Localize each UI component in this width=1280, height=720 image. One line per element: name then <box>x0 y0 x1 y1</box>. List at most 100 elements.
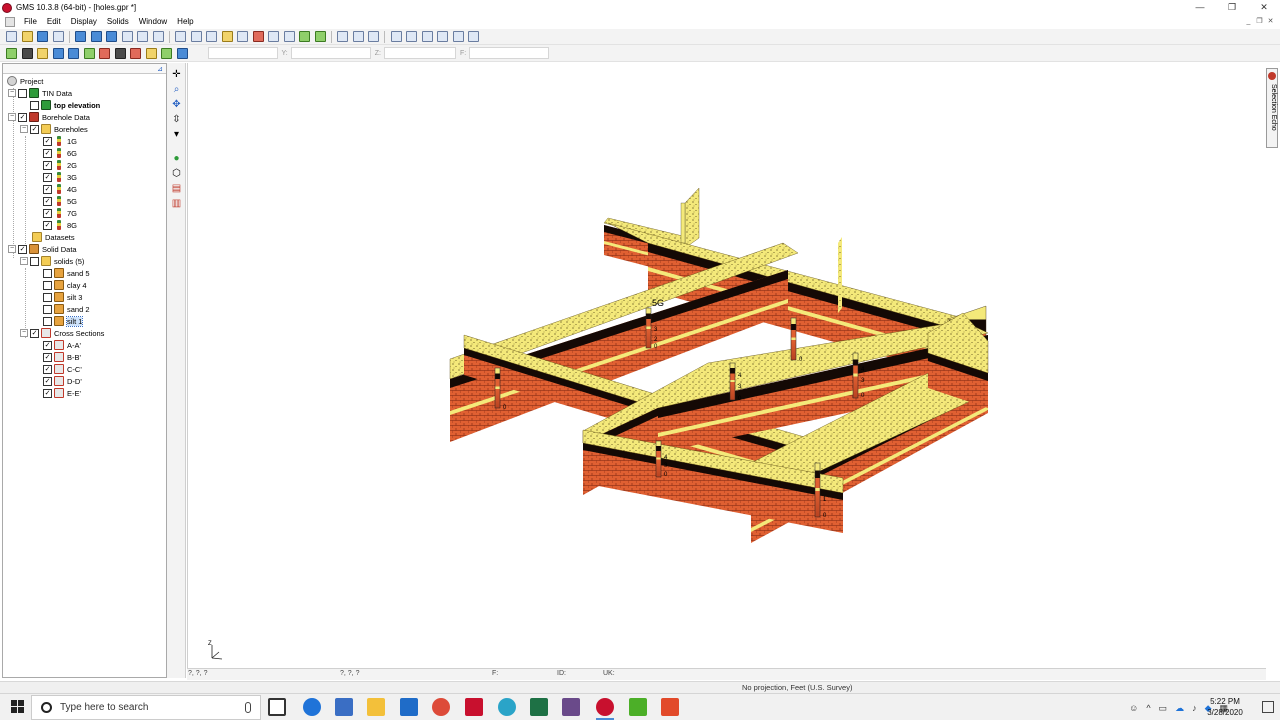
camtasia-icon[interactable] <box>629 698 647 716</box>
tree-item-borehole-data[interactable]: − ✓ Borehole Data <box>8 111 90 123</box>
file-explorer-icon[interactable] <box>367 698 385 716</box>
view-oblique-icon[interactable] <box>121 31 133 42</box>
annotation-module-icon[interactable] <box>145 47 157 59</box>
undo-icon[interactable] <box>337 31 348 42</box>
open-icon[interactable] <box>21 31 33 42</box>
menu-help[interactable]: Help <box>172 15 198 29</box>
visibility-checkbox[interactable]: ✓ <box>30 328 39 338</box>
outlook-icon[interactable] <box>400 698 418 716</box>
collapse-toggle[interactable]: − <box>20 125 28 133</box>
tree-item-solid[interactable]: clay 4 <box>43 279 87 291</box>
tree-item-borehole[interactable]: ✓ 6G <box>43 147 77 159</box>
acrobat-icon[interactable] <box>465 698 483 716</box>
scatter-module-icon[interactable] <box>68 47 79 59</box>
select-tin-tool-icon[interactable]: ● <box>171 153 182 164</box>
lighting-icon[interactable] <box>221 31 233 42</box>
gms-taskbar-icon[interactable] <box>596 698 614 720</box>
visibility-checkbox[interactable]: ✓ <box>43 208 52 218</box>
network-icon[interactable]: ▭ <box>1159 703 1168 714</box>
map-module-icon[interactable] <box>99 47 110 59</box>
visibility-checkbox[interactable] <box>30 256 39 266</box>
new-icon[interactable] <box>6 31 17 42</box>
tree-item-solid-data[interactable]: − ✓ Solid Data <box>8 243 77 255</box>
volume-icon[interactable]: ♪ <box>1192 703 1197 713</box>
tree-item-project[interactable]: Project <box>7 75 43 87</box>
view-front-icon[interactable] <box>90 31 102 42</box>
tree-item-borehole[interactable]: ✓ 7G <box>43 207 77 219</box>
borehole-post-1g[interactable] <box>680 187 700 249</box>
tree-item-borehole[interactable]: ✓ 3G <box>43 171 77 183</box>
app-circle-icon[interactable] <box>498 698 516 716</box>
tree-item-solid-selected[interactable]: silt 1 <box>43 315 84 327</box>
document-icon[interactable] <box>5 17 15 27</box>
tool-a-icon[interactable] <box>390 31 402 42</box>
visibility-checkbox[interactable]: ✓ <box>43 160 52 170</box>
excel-icon[interactable] <box>530 698 548 716</box>
visibility-checkbox[interactable]: ✓ <box>43 364 52 374</box>
edge-icon[interactable] <box>303 698 321 716</box>
view-plan-icon[interactable] <box>75 31 86 42</box>
store-icon[interactable] <box>335 698 353 716</box>
tray-chevron-icon[interactable]: ^ <box>1146 703 1150 713</box>
tree-item-cross-section[interactable]: ✓ C-C' <box>43 363 82 375</box>
visibility-checkbox[interactable] <box>43 304 52 314</box>
tin-module-icon[interactable] <box>52 47 64 59</box>
notifications-icon[interactable] <box>1262 701 1274 713</box>
chrome-icon[interactable] <box>432 698 450 716</box>
f-coord-field[interactable] <box>469 47 550 59</box>
z-coord-field[interactable] <box>383 47 456 59</box>
borehole-module-icon[interactable] <box>21 47 33 59</box>
view-side-icon[interactable] <box>106 31 117 42</box>
close-button[interactable]: ✕ <box>1248 0 1280 15</box>
doc-close-button[interactable]: ✕ <box>1265 15 1276 29</box>
collapse-toggle[interactable]: − <box>8 245 16 253</box>
cloud-icon[interactable]: ☁ <box>1175 703 1184 714</box>
tool-e-icon[interactable] <box>452 31 464 42</box>
visibility-checkbox[interactable] <box>18 88 27 98</box>
select-solid-tool-icon[interactable]: ⬡ <box>171 168 182 179</box>
graphics-window[interactable]: 5G 3 2 0 0 4 3 0 0 4 3 0 4 3 0 1 0 Z <box>187 63 1266 668</box>
collapse-toggle[interactable]: − <box>20 257 28 265</box>
cut-icon[interactable] <box>368 31 379 42</box>
minimize-button[interactable]: — <box>1184 0 1216 15</box>
tree-item-borehole[interactable]: ✓ 1G <box>43 135 77 147</box>
visibility-checkbox[interactable] <box>43 292 52 302</box>
contour-icon[interactable] <box>237 31 248 42</box>
visibility-checkbox[interactable]: ✓ <box>18 112 27 122</box>
tool-c-icon[interactable] <box>421 31 433 42</box>
tree-item-borehole[interactable]: ✓ 5G <box>43 195 77 207</box>
create-cross-section-tool-icon[interactable]: ▤ <box>171 183 182 194</box>
x-coord-field[interactable] <box>207 47 278 59</box>
geology-module-icon[interactable] <box>161 47 172 59</box>
annotate-tool-icon[interactable]: ▾ <box>171 129 182 140</box>
refresh-icon[interactable] <box>190 31 202 42</box>
tree-item-cross-section[interactable]: ✓ D-D' <box>43 375 82 387</box>
tree-item-borehole[interactable]: ✓ 4G <box>43 183 77 195</box>
pin-icon[interactable]: ⊿ <box>157 65 163 73</box>
menu-file[interactable]: File <box>19 15 42 29</box>
plot-icon[interactable] <box>252 31 264 42</box>
rotate-icon[interactable] <box>137 31 148 42</box>
menu-edit[interactable]: Edit <box>42 15 66 29</box>
tree-item-cross-section[interactable]: ✓ B-B' <box>43 351 81 363</box>
measure-tool-icon[interactable]: ⇳ <box>171 114 182 125</box>
tree-item-borehole[interactable]: ✓ 2G <box>43 159 77 171</box>
menu-solids[interactable]: Solids <box>102 15 134 29</box>
collapse-toggle[interactable]: − <box>20 329 28 337</box>
collapse-toggle[interactable]: − <box>8 89 16 97</box>
visibility-checkbox[interactable] <box>43 316 52 326</box>
tree-item-tin-data[interactable]: − TIN Data <box>8 87 72 99</box>
grid-module-icon[interactable] <box>83 47 95 59</box>
collapse-toggle[interactable]: − <box>8 113 16 121</box>
doc-restore-button[interactable]: ❐ <box>1254 15 1265 29</box>
display-options-icon[interactable] <box>175 31 186 42</box>
tree-item-top-elevation[interactable]: top elevation <box>30 99 100 111</box>
select-cross-section-tool-icon[interactable]: ▥ <box>171 198 182 209</box>
menu-window[interactable]: Window <box>134 15 172 29</box>
grid-icon[interactable] <box>283 31 295 42</box>
recorder-icon[interactable] <box>661 698 679 716</box>
y-coord-field[interactable] <box>290 47 371 59</box>
select-tool-icon[interactable]: ✛ <box>171 69 182 80</box>
tree-item-datasets[interactable]: Datasets <box>32 231 75 243</box>
app-grid-icon[interactable] <box>562 698 580 716</box>
